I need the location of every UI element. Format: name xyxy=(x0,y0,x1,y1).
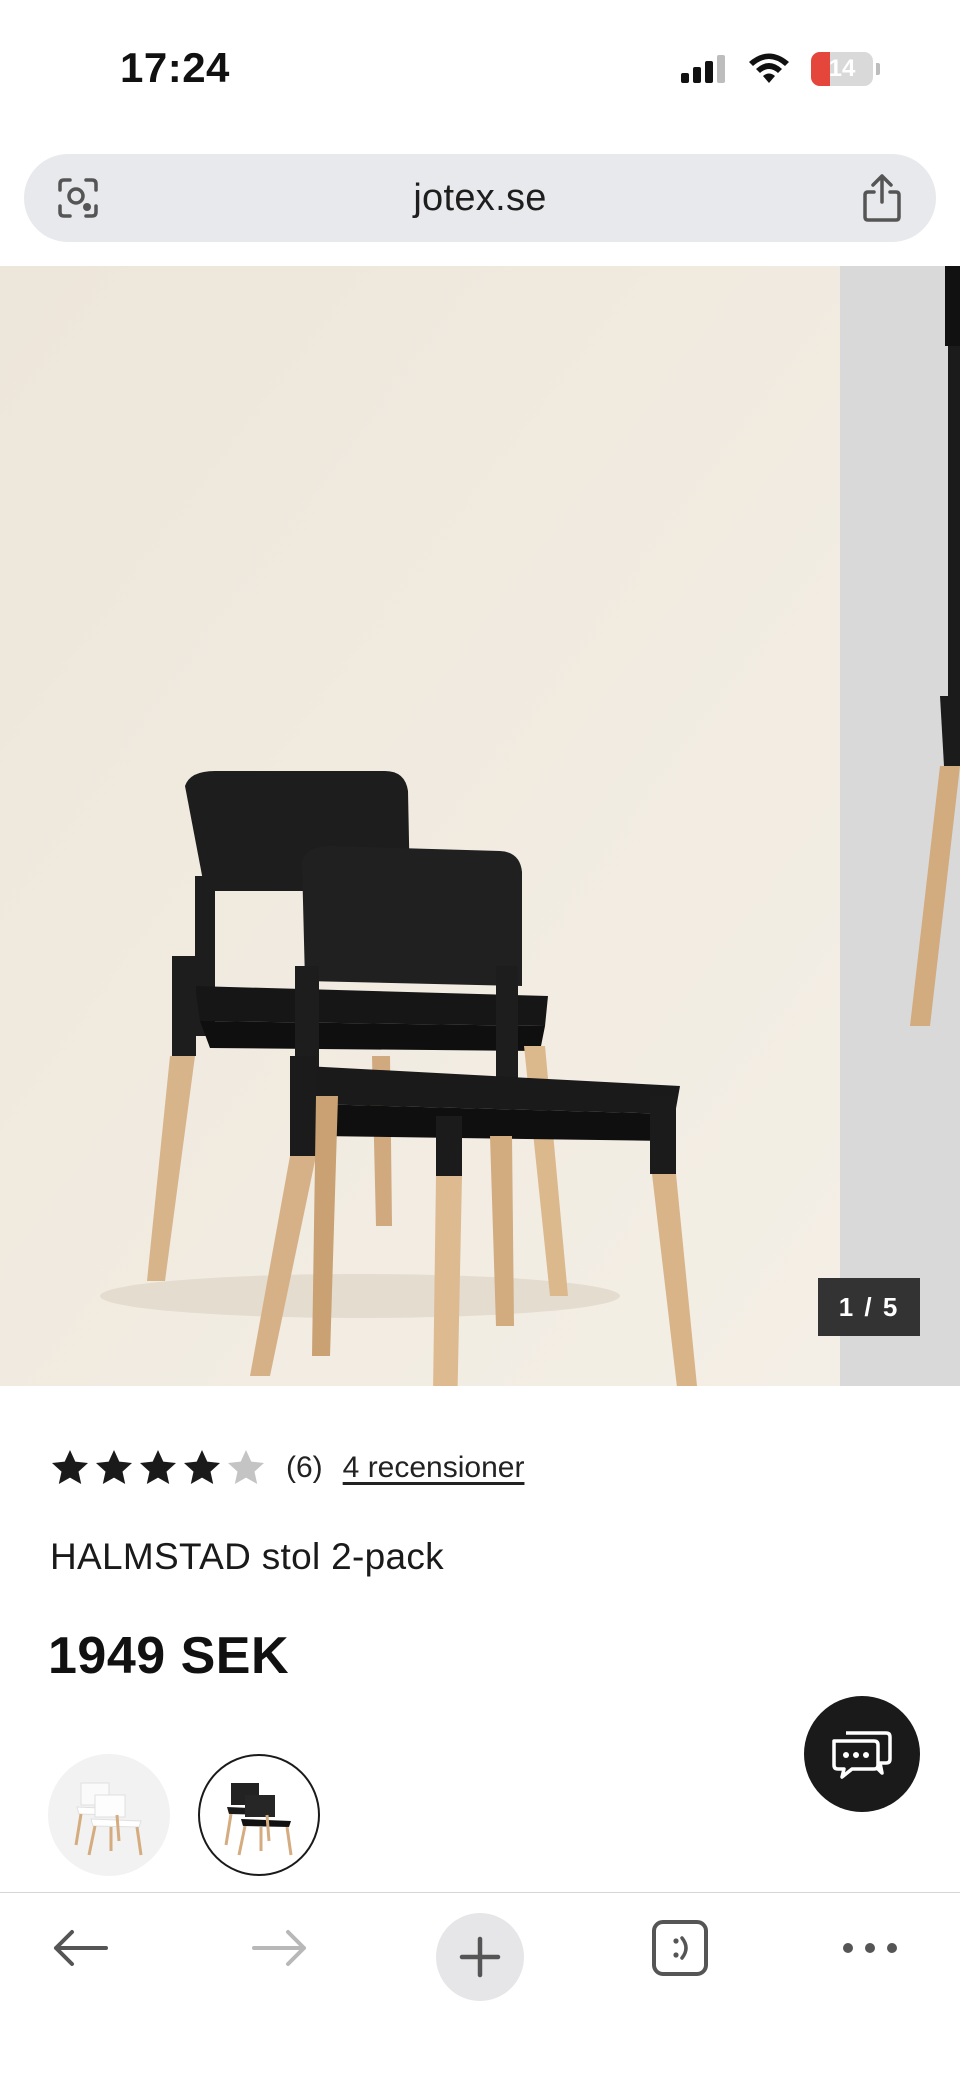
status-bar: 17:24 14 xyxy=(0,0,960,140)
rating-count: (6) xyxy=(286,1451,323,1484)
product-price: 1949 SEK xyxy=(48,1627,290,1685)
visual-lookup-icon[interactable] xyxy=(54,174,102,222)
product-image-gallery[interactable]: 1 / 5 xyxy=(0,266,960,1386)
product-name: HALMSTAD stol 2-pack xyxy=(50,1536,444,1577)
address-bar[interactable]: jotex.se xyxy=(24,154,936,242)
more-icon xyxy=(843,1943,897,1953)
product-image[interactable] xyxy=(0,266,840,1386)
share-icon[interactable] xyxy=(858,172,906,224)
color-swatches xyxy=(48,1754,320,1876)
battery-icon: 14 xyxy=(811,52,873,86)
status-icons: 14 xyxy=(679,52,880,86)
wifi-icon xyxy=(749,53,789,83)
rating-row: (6) 4 recensioner xyxy=(50,1448,524,1488)
star-rating xyxy=(50,1448,266,1488)
next-product-image-peek[interactable] xyxy=(840,266,960,1386)
more-button[interactable] xyxy=(830,1893,910,2003)
plus-icon xyxy=(459,1936,501,1978)
forward-button[interactable] xyxy=(240,1893,320,2003)
color-swatch-white[interactable] xyxy=(48,1754,170,1876)
chat-bubbles-icon xyxy=(832,1731,892,1779)
back-button[interactable] xyxy=(40,1893,120,2003)
new-tab-button[interactable] xyxy=(436,1893,524,2003)
tabs-icon xyxy=(652,1920,708,1976)
image-counter: 1 / 5 xyxy=(818,1278,920,1336)
star-filled-icon xyxy=(52,1450,88,1484)
back-arrow-icon xyxy=(54,1930,108,1966)
chat-button[interactable] xyxy=(804,1696,920,1812)
cellular-signal-icon xyxy=(681,55,725,83)
reviews-link[interactable]: 4 recensioner xyxy=(343,1451,525,1485)
star-empty-icon xyxy=(228,1450,264,1484)
star-filled-icon xyxy=(96,1450,132,1484)
browser-toolbar xyxy=(0,1892,960,2081)
white-chair-thumbnail xyxy=(74,1782,143,1856)
battery-level: 14 xyxy=(828,55,856,82)
black-chair-thumbnail xyxy=(224,1783,293,1856)
tabs-button[interactable] xyxy=(640,1893,720,2003)
status-time: 17:24 xyxy=(120,44,230,91)
color-swatch-black[interactable] xyxy=(198,1754,320,1876)
url-text[interactable]: jotex.se xyxy=(413,177,546,220)
star-filled-icon xyxy=(184,1450,220,1484)
forward-arrow-icon xyxy=(252,1930,306,1966)
star-filled-icon xyxy=(140,1450,176,1484)
